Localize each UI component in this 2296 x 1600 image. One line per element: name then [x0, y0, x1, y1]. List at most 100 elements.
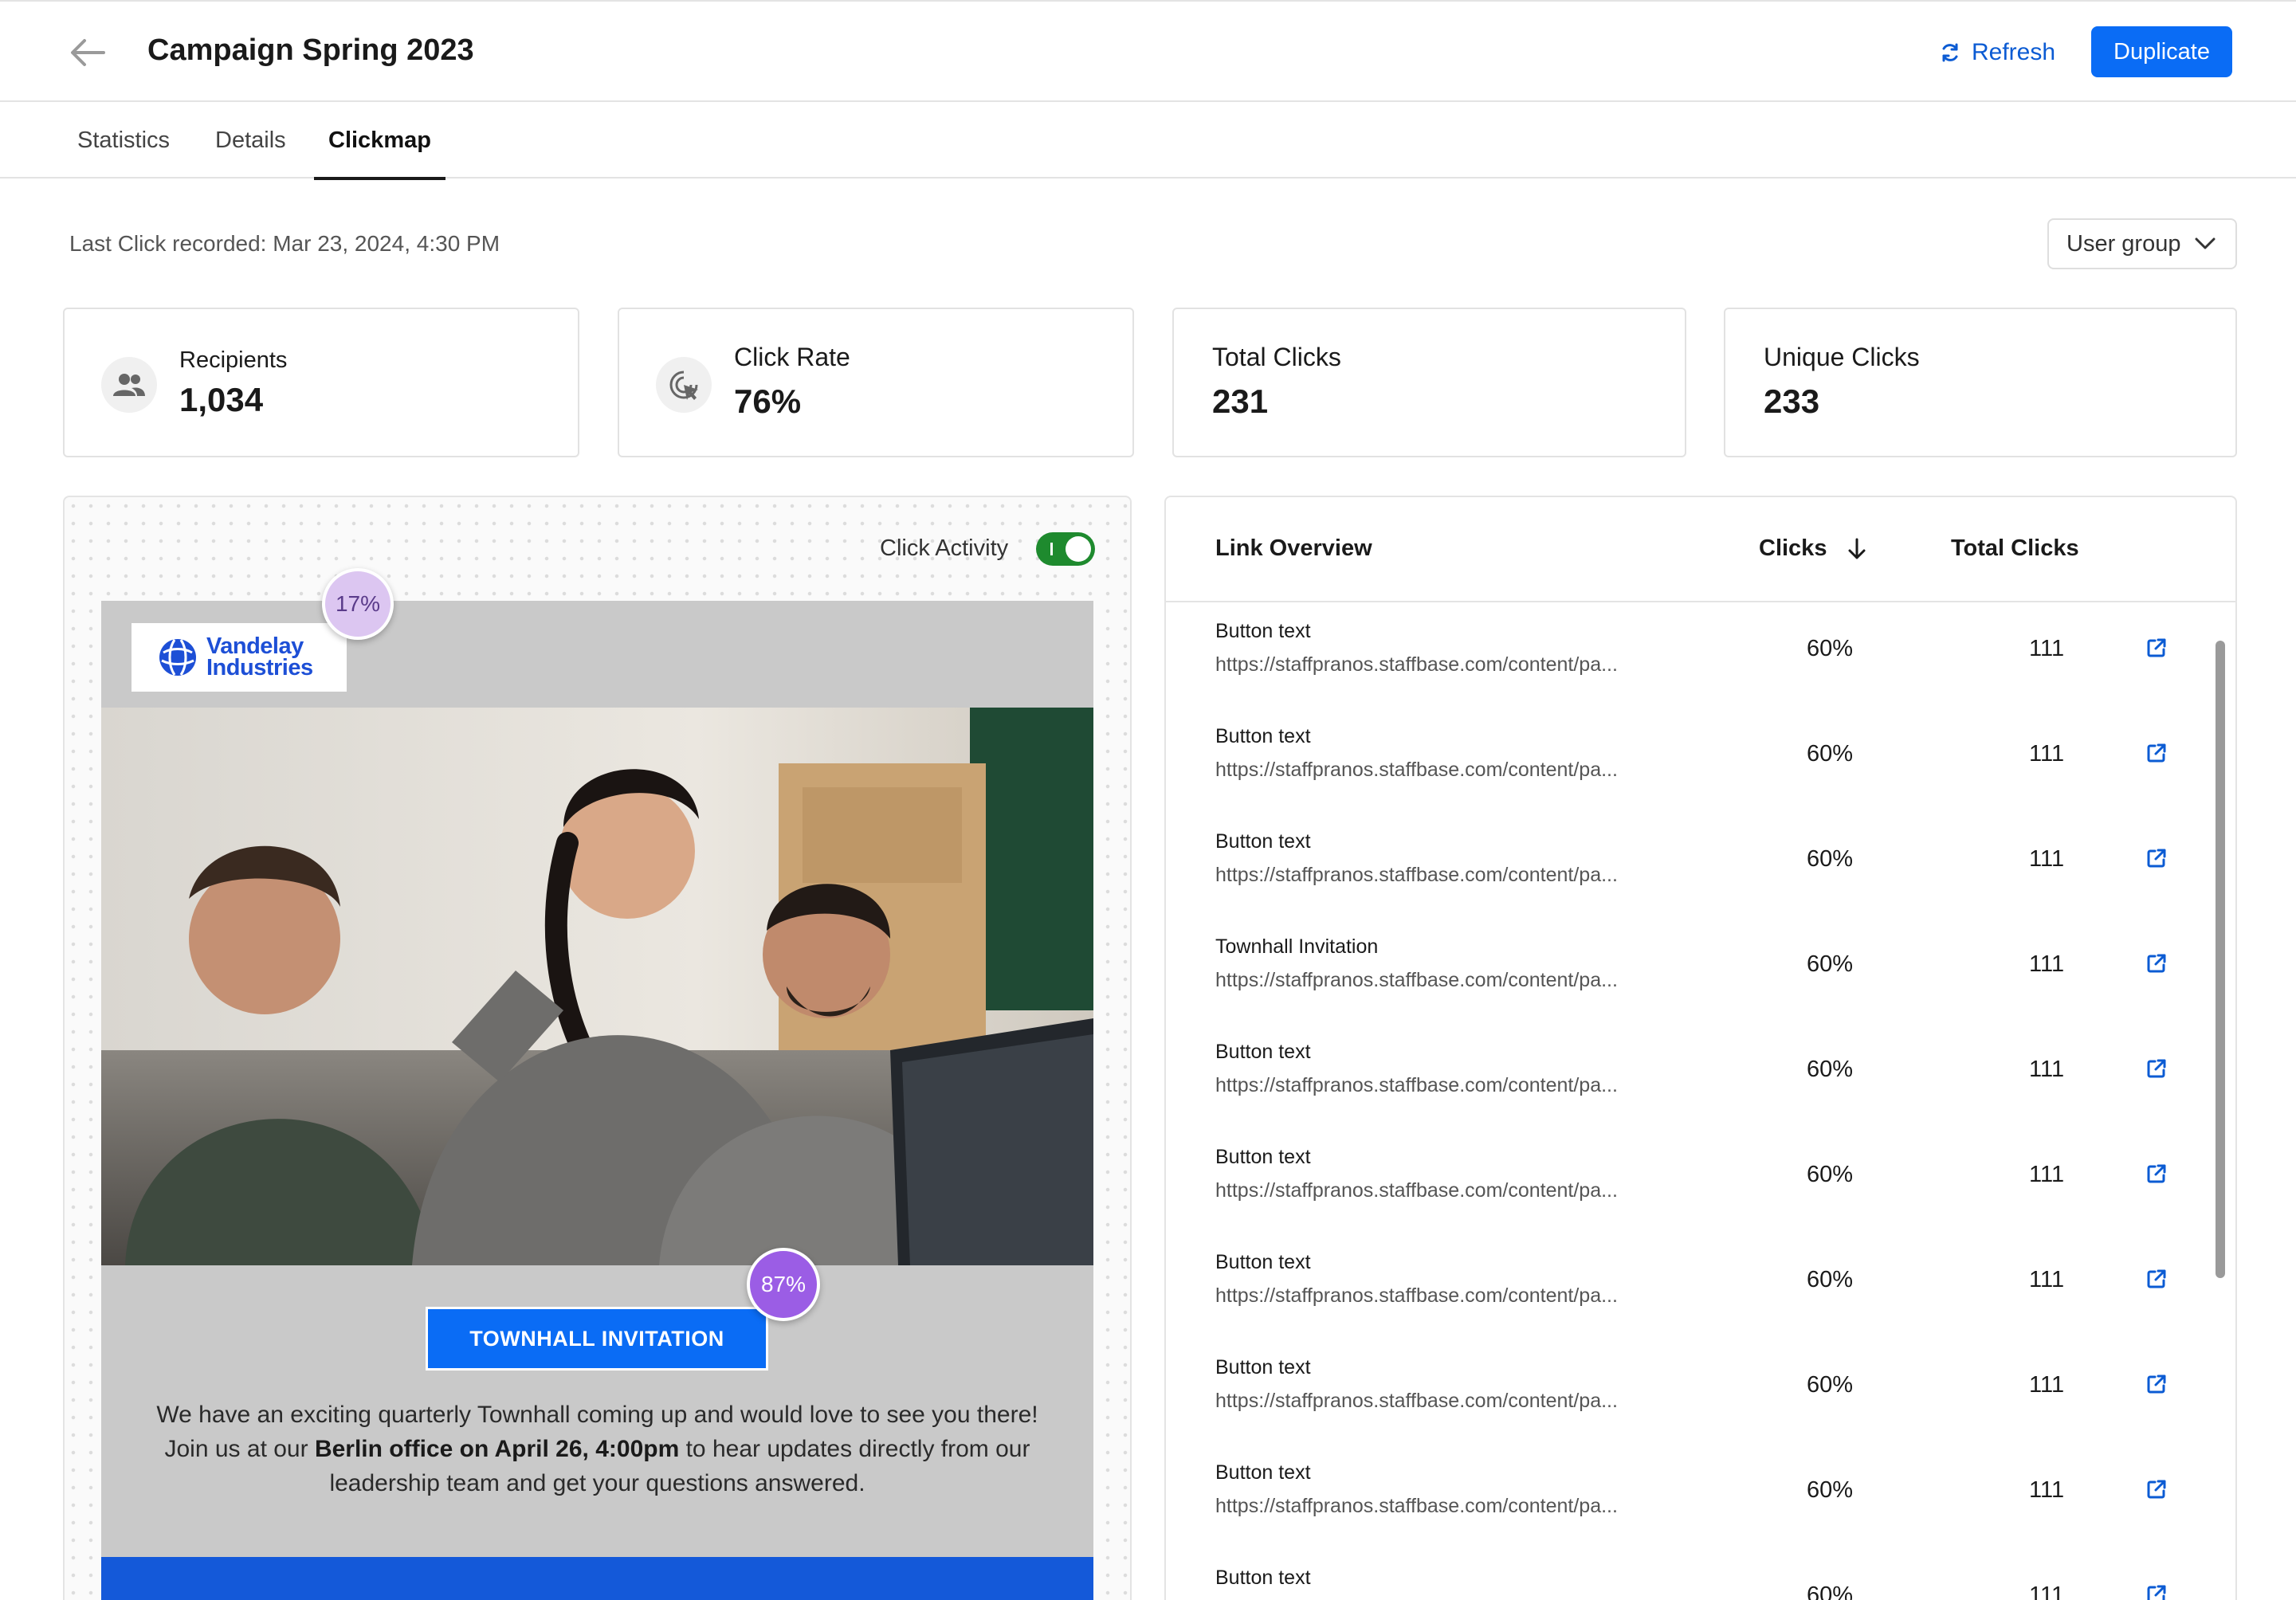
page-header: Campaign Spring 2023 Refresh Duplicate — [0, 0, 2296, 102]
open-link-button[interactable] — [2143, 1265, 2170, 1292]
refresh-icon — [1942, 43, 1958, 62]
clickmap-preview: Click Activity Vandelay Industries TOWNH… — [63, 496, 1132, 1600]
click-rate-label: Click Rate — [734, 343, 850, 371]
total-clicks-card: Total Clicks 231 — [1172, 308, 1686, 457]
arrow-left-icon — [71, 39, 105, 66]
open-link-button[interactable] — [2143, 845, 2170, 872]
link-clicks: 60% — [1807, 741, 1854, 767]
link-row: Button text https://staffpranos.staffbas… — [1166, 602, 2202, 708]
link-url: https://staffpranos.staffbase.com/conten… — [1215, 1074, 1618, 1096]
total-clicks-value: 231 — [1212, 382, 1269, 420]
link-total-clicks: 111 — [2029, 846, 2065, 872]
tab-statistics[interactable]: Statistics — [77, 102, 170, 178]
link-total-clicks: 111 — [2029, 1267, 2065, 1292]
link-total-clicks: 111 — [2029, 1372, 2065, 1398]
link-title: Button text — [1215, 1567, 1311, 1589]
link-total-clicks: 111 — [2029, 1582, 2065, 1600]
link-overview-title: Link Overview — [1215, 535, 1372, 561]
total-clicks-header: Total Clicks — [1951, 535, 2079, 561]
total-clicks-label: Total Clicks — [1212, 343, 1341, 371]
back-button[interactable] — [64, 30, 112, 75]
duplicate-button[interactable]: Duplicate — [2091, 26, 2232, 77]
user-group-selected: User group — [2066, 230, 2181, 257]
logo-line-1: Vandelay — [206, 633, 304, 659]
team-photo — [101, 708, 1093, 1265]
link-row: Button text https://staffpranos.staffbas… — [1166, 708, 2202, 813]
link-total-clicks: 111 — [2029, 1162, 2065, 1187]
toggle-on-mark — [1050, 543, 1053, 555]
external-link-icon — [2147, 638, 2166, 657]
link-url: https://staffpranos.staffbase.com/conten… — [1215, 1284, 1618, 1307]
link-list-scrollbar[interactable] — [2216, 641, 2225, 1278]
user-group-dropdown[interactable]: User group — [2047, 218, 2237, 269]
open-link-button[interactable] — [2143, 1476, 2170, 1503]
link-clicks: 60% — [1807, 1162, 1854, 1187]
link-title: Button text — [1215, 830, 1311, 853]
link-row: Button text https://staffpranos.staffbas… — [1166, 1549, 2202, 1600]
recipients-label: Recipients — [179, 347, 288, 373]
link-total-clicks: 111 — [2029, 636, 2065, 661]
tab-bar: Statistics Details Clickmap — [0, 102, 2296, 180]
link-title: Button text — [1215, 1461, 1311, 1484]
link-clicks: 60% — [1807, 1582, 1854, 1600]
link-title: Button text — [1215, 1041, 1311, 1063]
link-title: Button text — [1215, 1146, 1311, 1168]
link-row: Townhall Invitation https://staffpranos.… — [1166, 918, 2202, 1023]
link-overview-header: Link Overview Clicks Total Clicks — [1166, 497, 2235, 602]
external-link-icon — [2147, 1164, 2166, 1183]
unique-clicks-card: Unique Clicks 233 — [1724, 308, 2237, 457]
link-clicks: 60% — [1807, 1477, 1854, 1503]
open-link-button[interactable] — [2143, 1371, 2170, 1398]
recipients-value: 1,034 — [179, 381, 264, 418]
vandelay-logo[interactable]: Vandelay Industries — [131, 623, 347, 692]
link-total-clicks: 111 — [2029, 741, 2065, 767]
link-clicks: 60% — [1807, 636, 1854, 661]
tab-details[interactable]: Details — [215, 102, 286, 178]
click-rate-card: Click Rate 76% — [618, 308, 1134, 457]
open-link-button[interactable] — [2143, 739, 2170, 767]
link-title: Button text — [1215, 1251, 1311, 1273]
clicks-sort-header[interactable]: Clicks — [1759, 535, 1866, 562]
cta-click-bubble[interactable]: 87% — [747, 1248, 820, 1321]
link-row: Button text https://staffpranos.staffbas… — [1166, 1233, 2202, 1339]
email-preview: Vandelay Industries TOWNHALL INVITATION … — [101, 601, 1093, 1600]
tab-clickmap[interactable]: Clickmap — [314, 102, 445, 180]
link-clicks: 60% — [1807, 846, 1854, 872]
external-link-icon — [2147, 849, 2166, 868]
email-body-text: We have an exciting quarterly Townhall c… — [149, 1398, 1046, 1500]
body-text-highlight: Berlin office on April 26, 4:00pm — [314, 1436, 680, 1462]
link-total-clicks: 111 — [2029, 951, 2065, 977]
townhall-invitation-button[interactable]: TOWNHALL INVITATION — [426, 1307, 768, 1371]
cursor-click-icon — [656, 357, 712, 413]
users-icon — [101, 357, 157, 413]
globe-logo-icon — [159, 639, 196, 676]
open-link-button[interactable] — [2143, 634, 2170, 661]
link-title: Button text — [1215, 620, 1311, 642]
click-activity-label: Click Activity — [880, 535, 1009, 561]
chevron-down-icon — [2195, 237, 2216, 249]
link-clicks: 60% — [1807, 1372, 1854, 1398]
recipients-card: Recipients 1,034 — [63, 308, 579, 457]
link-clicks: 60% — [1807, 1267, 1854, 1292]
link-row: Button text https://staffpranos.staffbas… — [1166, 1339, 2202, 1444]
click-activity-toggle[interactable] — [1036, 532, 1095, 566]
external-link-icon — [2147, 954, 2166, 973]
external-link-icon — [2147, 1059, 2166, 1078]
external-link-icon — [2147, 743, 2166, 763]
open-link-button[interactable] — [2143, 1055, 2170, 1082]
link-title: Button text — [1215, 1356, 1311, 1378]
open-link-button[interactable] — [2143, 1581, 2170, 1600]
arrow-down-icon — [1848, 538, 1866, 559]
unique-clicks-value: 233 — [1764, 382, 1820, 420]
link-title: Button text — [1215, 725, 1311, 747]
external-link-icon — [2147, 1480, 2166, 1499]
external-link-icon — [2147, 1375, 2166, 1394]
link-clicks: 60% — [1807, 951, 1854, 977]
open-link-button[interactable] — [2143, 1160, 2170, 1187]
link-clicks: 60% — [1807, 1057, 1854, 1082]
open-link-button[interactable] — [2143, 950, 2170, 977]
link-url: https://staffpranos.staffbase.com/conten… — [1215, 864, 1618, 886]
logo-click-bubble[interactable]: 17% — [322, 568, 394, 640]
refresh-button[interactable]: Refresh — [1940, 33, 2055, 72]
click-rate-value: 76% — [734, 382, 802, 420]
